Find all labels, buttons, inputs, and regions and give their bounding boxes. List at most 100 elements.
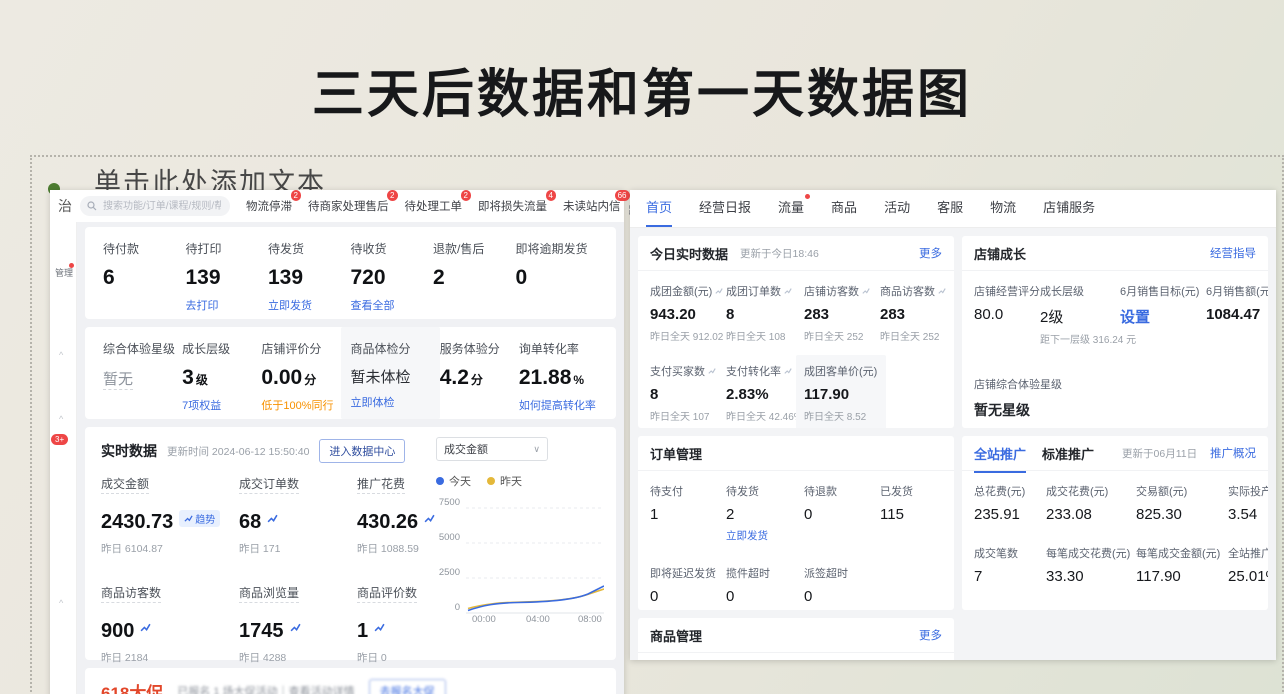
tab-standard-promo[interactable]: 标准推广 [1042, 436, 1094, 473]
tab-logistics[interactable]: 物流 [990, 197, 1016, 227]
sidebar-red-dot [69, 263, 74, 268]
metric-pending-payment: 待付款 6 [103, 240, 186, 319]
chart-canvas [466, 502, 604, 614]
metric: 每笔成交金额(元)117.90 [1136, 545, 1228, 585]
metric-growth-level: 成长层级 3级 7项权益 [182, 340, 261, 419]
trend-icon[interactable] [267, 513, 278, 524]
set-target-link[interactable]: 设置 [1120, 306, 1206, 327]
metric: 每笔成交花费(元)33.30 [1046, 545, 1136, 585]
legend-yesterday[interactable]: 昨天 [487, 473, 522, 489]
clipped-label: 已售罄 [753, 659, 786, 660]
trend-icon [784, 287, 792, 295]
metric: 交易额(元)825.30 [1136, 483, 1228, 523]
metric: 实际投产比3.54 [1228, 483, 1268, 523]
metric: 待支付1 [650, 483, 726, 543]
tab-service[interactable]: 客服 [937, 197, 963, 227]
chevron-up-icon[interactable]: ^ [59, 350, 63, 360]
topnav-item-aftersale[interactable]: 待商家处理售后2 [308, 198, 389, 214]
metric-to-receive: 待收货 720 查看全部 [351, 240, 434, 319]
trend-icon[interactable] [424, 513, 435, 524]
guide-link[interactable]: 经营指导 [1210, 245, 1256, 261]
metric-to-ship: 待发货 139 立即发货 [268, 240, 351, 319]
trend-icon[interactable] [290, 622, 301, 633]
tab-goods[interactable]: 商品 [831, 197, 857, 227]
chevron-up-icon[interactable]: ^ [59, 598, 63, 608]
metric: 成团金额(元)943.20昨日全天 912.02 [650, 283, 726, 343]
topnav-item-messages[interactable]: 未读站内信66 [563, 198, 621, 214]
promo-618-title: 618大促 [101, 679, 163, 694]
rights-link[interactable]: 7项权益 [182, 397, 261, 413]
tab-home[interactable]: 首页 [646, 197, 672, 227]
topnav-item-logistics[interactable]: 物流停滞2 [246, 198, 292, 214]
search-input[interactable] [101, 200, 223, 213]
metric-to-print: 待打印 139 去打印 [186, 240, 269, 319]
panel-updated: 更新于06月11日 [1122, 446, 1197, 461]
more-link[interactable]: 更多 [919, 245, 942, 261]
promo-banner: 618大促 已报名 1 场大促活动｜查看活动详情 去报名大促 [85, 668, 616, 694]
trend-icon [862, 287, 870, 295]
red-dot [805, 194, 810, 199]
trend-badge[interactable]: 趋势 [179, 510, 220, 527]
metric: 成交花费(元)233.08 [1046, 483, 1136, 523]
metric: 支付转化率2.83%昨日全天 42.46% [726, 363, 804, 428]
trend-icon[interactable] [374, 622, 385, 633]
panel-title: 商品管理 [650, 626, 702, 645]
metric-inquiry-rate: 询单转化率 21.88% 如何提高转化率 [519, 340, 598, 419]
promo-signup-button[interactable]: 去报名大促 [369, 679, 446, 694]
more-link[interactable]: 更多 [919, 627, 942, 643]
right-dashboard: 首页 经营日报 流量 商品 活动 客服 物流 店铺服务 今日实时数据 更新于今日… [630, 190, 1276, 660]
ship-now-link[interactable]: 立即发货 [726, 528, 804, 543]
shop-growth-panel: 店铺成长 经营指导 店铺经营评分80.0 成长层级2级距下一层级 316.24 … [962, 236, 1268, 428]
chevron-up-icon[interactable]: ^ [59, 414, 63, 424]
data-center-button[interactable]: 进入数据中心 [319, 439, 405, 463]
canvas: 三天后数据和第一天数据图 单击此处添加文本 治 物流停滞2 待商家处理售后2 待… [0, 0, 1284, 694]
legend-today[interactable]: 今天 [436, 473, 471, 489]
promotion-panel: 全站推广 标准推广 更新于06月11日 推广概况 总花费(元)235.91 成交… [962, 436, 1268, 610]
clipped-label: 已下架 [856, 659, 889, 660]
badge: 2 [387, 190, 397, 201]
logo-partial: 治 [58, 196, 72, 216]
tab-traffic[interactable]: 流量 [778, 197, 804, 227]
realtime-title: 实时数据 [101, 441, 157, 461]
metric: 全站推广费比25.01% [1228, 545, 1268, 585]
tab-activity[interactable]: 活动 [884, 197, 910, 227]
trend-icon [715, 287, 723, 295]
check-now-link[interactable]: 立即体检 [351, 394, 430, 410]
metric-highlight: 成团客单价(元)117.90昨日全天 8.52 [796, 355, 886, 428]
panel-updated: 更新于今日18:46 [740, 246, 819, 261]
promo-overview-link[interactable]: 推广概况 [1210, 445, 1256, 461]
metric: 店铺访客数283昨日全天 252 [804, 283, 880, 343]
tab-shop-service[interactable]: 店铺服务 [1043, 197, 1095, 227]
trend-icon [938, 287, 946, 295]
tab-sitewide-promo[interactable]: 全站推广 [974, 436, 1026, 473]
search-box[interactable] [80, 196, 230, 216]
panel-title: 今日实时数据 [650, 244, 728, 263]
view-all-link[interactable]: 查看全部 [351, 297, 434, 313]
metric-star-level: 综合体验星级 暂无 [103, 340, 182, 419]
metric: 成交笔数7 [974, 545, 1046, 585]
left-body: 管理 ^ ^ 3+ ^ 待付款 6 待打印 [50, 222, 624, 694]
today-data-panel: 今日实时数据 更新于今日18:46 更多 成团金额(元)943.20昨日全天 9… [638, 236, 954, 428]
trend-icon[interactable] [140, 622, 151, 633]
metric-select[interactable]: 成交金额 ∨ [436, 437, 548, 461]
topnav-item-traffic-loss[interactable]: 即将损失流量4 [478, 198, 547, 214]
metric-goods-views: 商品浏览量 1745 昨日 4288 [239, 584, 357, 665]
metric: 派签超时0 [804, 565, 880, 605]
star-label: 店铺综合体验星级 [974, 376, 1256, 392]
chart-legend: 今天 昨天 [436, 473, 608, 489]
metric-order-count: 成交订单数 68 昨日 171 [239, 475, 357, 556]
go-print-link[interactable]: 去打印 [186, 297, 269, 313]
goods-management-panel: 商品管理 更多 出售中 已售罄 已下架 [638, 618, 954, 660]
topnav-item-workorder[interactable]: 待处理工单2 [405, 198, 463, 214]
metric: 待发货2立即发货 [726, 483, 804, 543]
content-frame: 单击此处添加文本 治 物流停滞2 待商家处理售后2 待处理工单2 即将损失流量4… [30, 155, 1284, 694]
ship-now-link[interactable]: 立即发货 [268, 297, 351, 313]
trend-icon [784, 367, 792, 375]
badge: 66 [615, 190, 630, 201]
right-nav: 首页 经营日报 流量 商品 活动 客服 物流 店铺服务 [630, 190, 1276, 228]
improve-rate-link[interactable]: 如何提高转化率 [519, 397, 598, 413]
line-chart: 7500 5000 2500 0 [436, 497, 608, 629]
metric: 店铺经营评分80.0 [974, 283, 1040, 346]
below-peers-link[interactable]: 低于100%同行 [261, 397, 340, 413]
tab-daily-report[interactable]: 经营日报 [699, 197, 751, 227]
